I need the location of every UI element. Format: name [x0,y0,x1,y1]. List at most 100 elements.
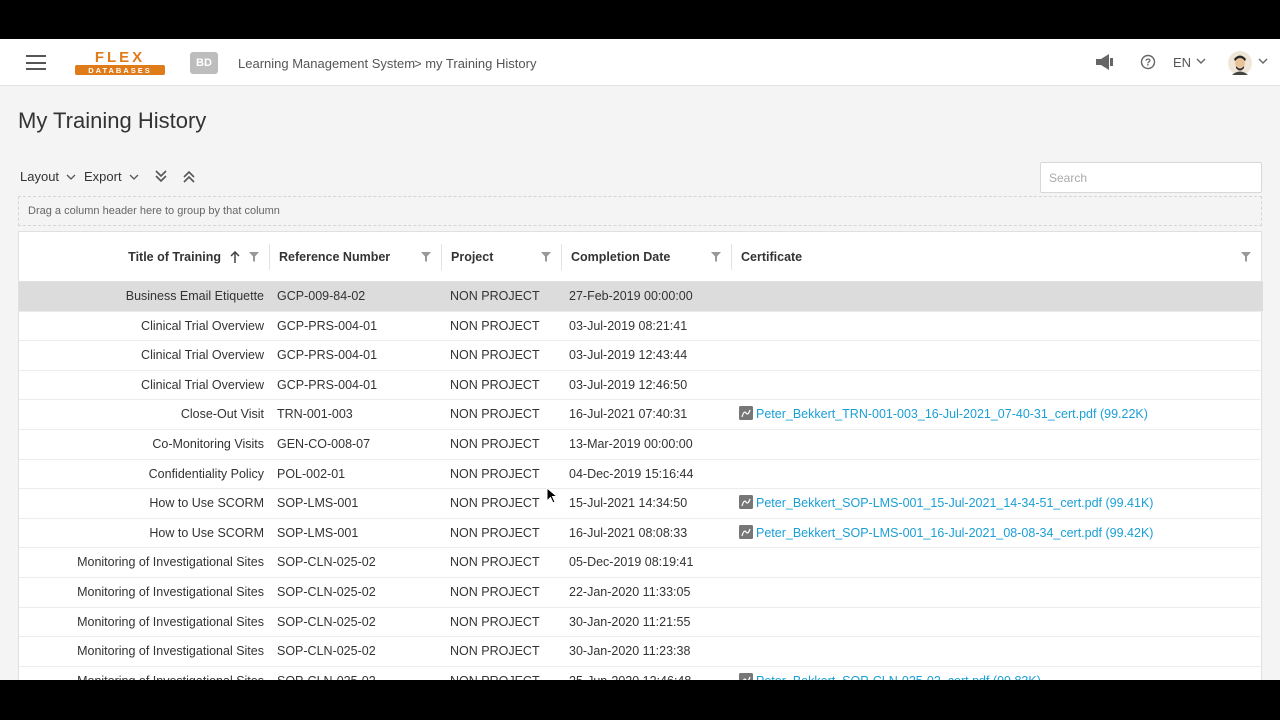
cell-title: Monitoring of Investigational Sites [77,584,264,599]
page-title: My Training History [18,108,207,133]
filter-icon[interactable] [711,252,721,262]
cell-completion-date: 16-Jul-2021 08:08:33 [569,525,688,540]
column-header-title[interactable]: Title of Training [128,232,221,282]
table-row[interactable]: Monitoring of Investigational Sites SOP-C… [19,578,1263,608]
cell-reference: POL-002-01 [277,466,346,481]
sort-ascending-icon[interactable] [230,251,240,264]
cell-completion-date: 30-Jan-2020 11:23:38 [569,644,691,659]
table-row[interactable]: Clinical Trial Overview GCP-PRS-004-01 NON… [19,312,1263,342]
cell-certificate: Peter_Bekkert_SOP-LMS-001_15-Jul-2021_14… [739,489,1153,518]
collapse-all-icon[interactable] [182,170,196,184]
cell-project: NON PROJECT [450,496,540,511]
cell-reference: GCP-009-84-02 [277,289,366,303]
certificate-link[interactable]: Peter_Bekkert_SOP-CLN-025-02_cert.pdf (9… [756,674,1041,680]
svg-text:FLEX: FLEX [95,49,145,66]
table-row[interactable]: Co-Monitoring Visits GEN-CO-008-07 NON PRO… [19,430,1263,460]
column-header-project[interactable]: Project [451,232,493,282]
table-row[interactable]: Monitoring of Investigational Sites SOP-C… [19,548,1263,578]
chevron-down-icon[interactable] [1196,57,1206,65]
table-row[interactable]: Close-Out Visit TRN-001-003 NON PROJECT 16-… [19,400,1263,430]
cell-title: Close-Out Visit [180,407,264,422]
search-input[interactable] [1040,162,1262,193]
column-header-completion-date[interactable]: Completion Date [571,232,670,282]
cell-completion-date: 03-Jul-2019 12:43:44 [569,348,688,363]
breadcrumb-lms[interactable]: Learning Management System [238,56,415,71]
menu-icon[interactable] [26,55,46,70]
chevron-down-icon[interactable] [66,173,76,181]
help-icon[interactable]: ? [1140,54,1156,70]
cell-title: How to Use SCORM [149,525,264,540]
cell-reference: SOP-LMS-001 [277,525,359,540]
cell-reference: SOP-CLN-025-02 [277,667,376,680]
cell-title: Clinical Trial Overview [141,348,264,363]
chevron-down-icon[interactable] [1258,57,1268,65]
cell-project: NON PROJECT [450,555,540,570]
cell-completion-date: 03-Jul-2019 12:46:50 [569,377,688,392]
cell-title: Co-Monitoring Visits [152,436,264,451]
table-row[interactable]: Monitoring of Investigational Sites SOP-C… [19,608,1263,638]
cell-completion-date: 15-Jul-2021 14:34:50 [569,496,688,511]
cell-reference: SOP-CLN-025-02 [277,614,376,629]
filter-icon[interactable] [541,252,551,262]
cell-project: NON PROJECT [450,525,540,540]
org-badge[interactable]: BD [190,52,218,74]
table-row[interactable]: How to Use SCORM SOP-LMS-001 NON PROJECT 16… [19,519,1263,549]
cell-completion-date: 30-Jan-2020 11:21:55 [569,614,691,629]
cell-completion-date: 05-Dec-2019 08:19:41 [569,555,694,570]
cell-reference: SOP-CLN-025-02 [277,644,376,659]
cell-reference: TRN-001-003 [277,407,353,422]
cell-completion-date: 25-Jun-2020 12:46:48 [569,667,691,680]
filter-icon[interactable] [249,252,259,262]
language-selector[interactable]: EN [1173,55,1191,70]
svg-text:?: ? [1145,58,1151,69]
cell-project: NON PROJECT [450,584,540,599]
group-by-panel[interactable]: Drag a column header here to group by th… [18,196,1262,226]
table-row[interactable]: Monitoring of Investigational Sites SOP-C… [19,667,1263,680]
certificate-link[interactable]: Peter_Bekkert_SOP-LMS-001_15-Jul-2021_14… [756,496,1153,510]
table-row[interactable]: Business Email Etiquette GCP-009-84-02 NON… [19,282,1263,312]
training-history-grid: Title of Training Reference Number Proje… [18,231,1263,680]
cell-reference: GCP-PRS-004-01 [277,377,378,392]
top-bar: FLEX DATABASES BD Learning Management Sy… [0,39,1280,86]
column-header-certificate[interactable]: Certificate [741,232,802,282]
cell-title: Monitoring of Investigational Sites [77,667,264,680]
mouse-cursor-icon [546,487,558,504]
cell-title: Clinical Trial Overview [141,377,264,392]
filter-icon[interactable] [1241,252,1251,262]
certificate-link[interactable]: Peter_Bekkert_SOP-LMS-001_16-Jul-2021_08… [756,526,1153,540]
cell-title: Clinical Trial Overview [141,318,264,333]
announcement-icon[interactable] [1093,51,1115,73]
user-avatar[interactable] [1228,51,1252,75]
filter-icon[interactable] [421,252,431,262]
column-header-reference[interactable]: Reference Number [279,232,390,282]
cell-project: NON PROJECT [450,644,540,659]
cell-project: NON PROJECT [450,614,540,629]
table-row[interactable]: Clinical Trial Overview GCP-PRS-004-01 NON… [19,341,1263,371]
chevron-down-icon[interactable] [129,173,139,181]
cell-certificate: Peter_Bekkert_SOP-CLN-025-02_cert.pdf (9… [739,667,1041,680]
cell-project: NON PROJECT [450,348,540,363]
table-row[interactable]: Clinical Trial Overview GCP-PRS-004-01 NON… [19,371,1263,401]
cell-reference: GCP-PRS-004-01 [277,348,378,363]
export-menu[interactable]: Export [84,169,122,184]
table-row[interactable]: Confidentiality Policy POL-002-01 NON PROJ… [19,460,1263,490]
pdf-file-icon [739,524,753,539]
cell-title: How to Use SCORM [149,496,264,511]
flex-databases-logo[interactable]: FLEX DATABASES [74,48,166,77]
certificate-link[interactable]: Peter_Bekkert_TRN-001-003_16-Jul-2021_07… [756,407,1148,421]
cell-project: NON PROJECT [450,318,540,333]
grid-body: Business Email Etiquette GCP-009-84-02 NON… [19,282,1263,680]
table-row[interactable]: How to Use SCORM SOP-LMS-001 NON PROJECT 15… [19,489,1263,519]
cell-project: NON PROJECT [450,466,540,481]
cell-project: NON PROJECT [450,667,540,680]
grid-header: Title of Training Reference Number Proje… [19,232,1263,282]
table-row[interactable]: Monitoring of Investigational Sites SOP-C… [19,637,1263,667]
cell-completion-date: 04-Dec-2019 15:16:44 [569,466,694,481]
cell-project: NON PROJECT [450,407,540,422]
cell-reference: SOP-LMS-001 [277,496,359,511]
app-screen: FLEX DATABASES BD Learning Management Sy… [0,39,1280,680]
layout-menu[interactable]: Layout [20,169,59,184]
pdf-file-icon [739,406,753,421]
expand-all-icon[interactable] [154,169,168,183]
cell-title: Monitoring of Investigational Sites [77,614,264,629]
